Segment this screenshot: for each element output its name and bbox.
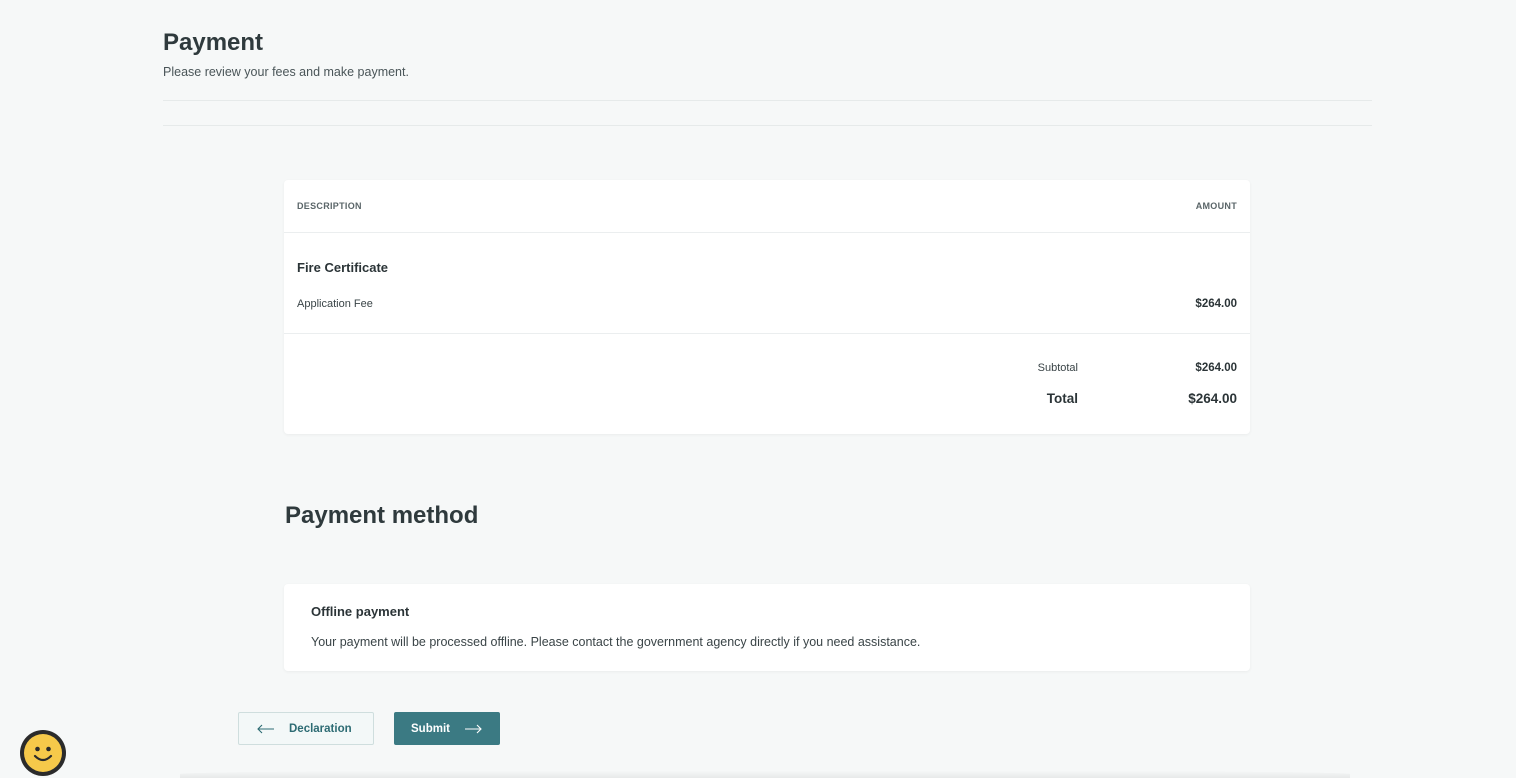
fee-summary-card: DESCRIPTION AMOUNT Fire Certificate Appl… xyxy=(284,180,1250,434)
fee-item-amount: $264.00 xyxy=(1195,298,1237,310)
chat-widget-button[interactable] xyxy=(20,730,66,776)
submit-button-label: Submit xyxy=(411,722,450,735)
fee-item-title: Fire Certificate xyxy=(297,260,389,275)
divider xyxy=(163,100,1372,101)
smiley-face-icon xyxy=(24,734,62,772)
total-amount: $264.00 xyxy=(1188,391,1237,406)
offline-payment-title: Offline payment xyxy=(311,604,410,619)
column-header-description: DESCRIPTION xyxy=(297,201,362,211)
subtotal-amount: $264.00 xyxy=(1195,362,1237,374)
offline-payment-description: Your payment will be processed offline. … xyxy=(311,635,921,649)
arrow-right-icon xyxy=(464,724,482,734)
submit-button[interactable]: Submit xyxy=(394,712,500,745)
fee-table-header: DESCRIPTION AMOUNT xyxy=(284,180,1250,233)
subtotal-label: Subtotal xyxy=(1037,362,1078,374)
divider xyxy=(163,125,1372,126)
payment-method-title: Payment method xyxy=(285,502,479,529)
page-header: Payment Please review your fees and make… xyxy=(163,28,1372,79)
back-button-label: Declaration xyxy=(289,722,352,735)
page-subtitle: Please review your fees and make payment… xyxy=(163,65,409,79)
column-header-amount: AMOUNT xyxy=(1195,201,1237,211)
fee-item-name: Application Fee xyxy=(297,298,373,310)
back-declaration-button[interactable]: Declaration xyxy=(238,712,374,745)
footer-shadow xyxy=(180,770,1350,778)
page-title: Payment xyxy=(163,29,264,56)
arrow-left-icon xyxy=(257,724,275,734)
divider xyxy=(284,333,1250,334)
offline-payment-option[interactable]: Offline payment Your payment will be pro… xyxy=(284,584,1250,671)
total-label: Total xyxy=(1046,391,1078,406)
